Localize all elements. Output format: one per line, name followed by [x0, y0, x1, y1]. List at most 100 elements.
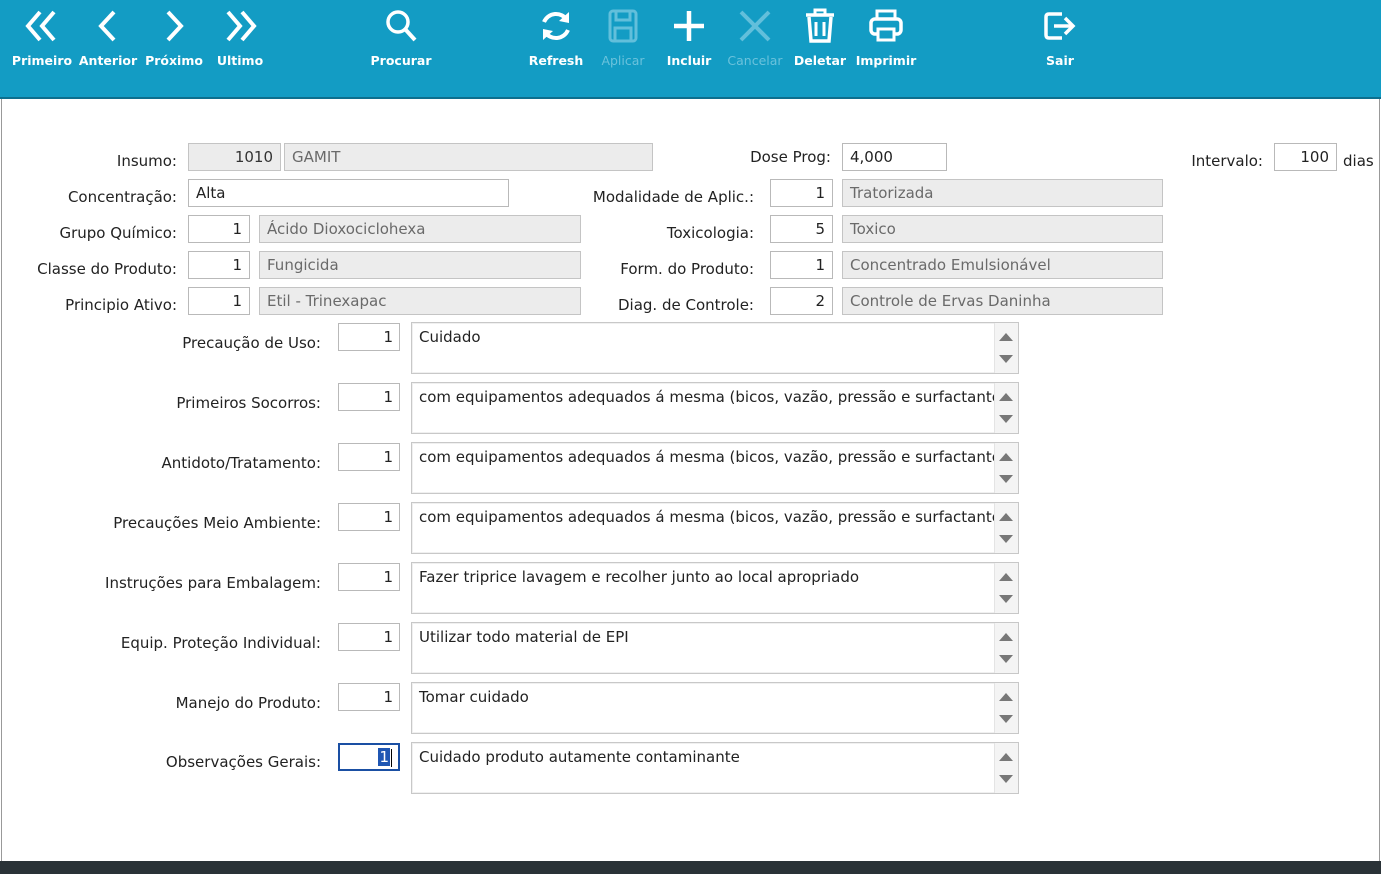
manejo-produto-code-field[interactable]: 1: [338, 683, 400, 711]
observacoes-gerais-label: Observações Gerais:: [165, 753, 321, 771]
cancel-button[interactable]: Cancelar: [720, 6, 790, 76]
scroll-down-icon[interactable]: [999, 535, 1013, 543]
close-icon: [735, 6, 775, 46]
instrucoes-embalagem-memo[interactable]: Fazer triprice lavagem e recolher junto …: [411, 562, 1019, 614]
diag-controle-code-field[interactable]: 2: [770, 287, 833, 315]
scroll-down-icon[interactable]: [999, 715, 1013, 723]
next-label: Próximo: [145, 53, 203, 68]
apply-button[interactable]: Aplicar: [588, 6, 658, 76]
instrucoes-embalagem-code-field[interactable]: 1: [338, 563, 400, 591]
modalidade-name-field[interactable]: Tratorizada: [842, 179, 1163, 207]
printer-icon: [866, 6, 906, 46]
chevron-left-icon: [88, 6, 128, 46]
form-produto-label: Form. do Produto:: [620, 260, 754, 278]
dose-prog-label: Dose Prog:: [750, 148, 831, 166]
status-bar: [0, 861, 1381, 874]
principio-ativo-code-field[interactable]: 1: [188, 287, 250, 315]
grupo-quimico-code-field[interactable]: 1: [188, 215, 250, 243]
scroll-up-icon[interactable]: [999, 513, 1013, 521]
first-label: Primeiro: [11, 53, 73, 68]
delete-label: Deletar: [793, 53, 847, 68]
diag-controle-label: Diag. de Controle:: [618, 296, 754, 314]
scroll-down-icon[interactable]: [999, 595, 1013, 603]
primeiros-socorros-memo[interactable]: com equipamentos adequados á mesma (bico…: [411, 382, 1019, 434]
next-button[interactable]: Próximo: [139, 6, 209, 76]
intervalo-field[interactable]: 100: [1274, 143, 1337, 171]
scroll-down-icon[interactable]: [999, 475, 1013, 483]
form-produto-name-field[interactable]: Concentrado Emulsionável: [842, 251, 1163, 279]
print-label: Imprimir: [855, 53, 917, 68]
plus-icon: [669, 6, 709, 46]
modalidade-code-field[interactable]: 1: [770, 179, 833, 207]
scroll-down-icon[interactable]: [999, 415, 1013, 423]
antidoto-code-field[interactable]: 1: [338, 443, 400, 471]
scroll-up-icon[interactable]: [999, 333, 1013, 341]
intervalo-label: Intervalo:: [1191, 152, 1263, 170]
primeiros-socorros-label: Primeiros Socorros:: [176, 394, 321, 412]
antidoto-scrollbar[interactable]: [994, 443, 1018, 493]
manejo-produto-scrollbar[interactable]: [994, 683, 1018, 733]
primeiros-socorros-scrollbar[interactable]: [994, 383, 1018, 433]
insumo-code-field[interactable]: 1010: [188, 143, 281, 171]
scroll-up-icon[interactable]: [999, 393, 1013, 401]
first-button[interactable]: Primeiro: [7, 6, 77, 76]
precaucoes-ambiente-code-field[interactable]: 1: [338, 503, 400, 531]
dose-prog-field[interactable]: 4,000: [842, 143, 947, 171]
concentracao-label: Concentração:: [67, 188, 177, 206]
equip-protecao-code-field[interactable]: 1: [338, 623, 400, 651]
antidoto-memo[interactable]: com equipamentos adequados á mesma (bico…: [411, 442, 1019, 494]
selected-text: 1: [378, 748, 390, 766]
primeiros-socorros-code-field[interactable]: 1: [338, 383, 400, 411]
trash-icon: [800, 6, 840, 46]
observacoes-gerais-scrollbar[interactable]: [994, 743, 1018, 793]
delete-button[interactable]: Deletar: [785, 6, 855, 76]
toxicologia-name-field[interactable]: Toxico: [842, 215, 1163, 243]
search-button[interactable]: Procurar: [366, 6, 436, 76]
toxicologia-label: Toxicologia:: [666, 224, 754, 242]
scroll-up-icon[interactable]: [999, 633, 1013, 641]
concentracao-field[interactable]: Alta: [188, 179, 509, 207]
insumo-name-field[interactable]: GAMIT: [284, 143, 653, 171]
scroll-up-icon[interactable]: [999, 753, 1013, 761]
form-produto-code-field[interactable]: 1: [770, 251, 833, 279]
instrucoes-embalagem-scrollbar[interactable]: [994, 563, 1018, 613]
scroll-up-icon[interactable]: [999, 573, 1013, 581]
exit-label: Sair: [1046, 53, 1074, 68]
principio-ativo-name-field[interactable]: Etil - Trinexapac: [259, 287, 581, 315]
equip-protecao-memo[interactable]: Utilizar todo material de EPI: [411, 622, 1019, 674]
observacoes-gerais-memo[interactable]: Cuidado produto autamente contaminante: [411, 742, 1019, 794]
manejo-produto-text: Tomar cuidado: [419, 688, 529, 706]
toxicologia-code-field[interactable]: 5: [770, 215, 833, 243]
exit-button[interactable]: Sair: [1025, 6, 1095, 76]
scroll-up-icon[interactable]: [999, 693, 1013, 701]
scroll-down-icon[interactable]: [999, 355, 1013, 363]
precaucoes-ambiente-memo[interactable]: com equipamentos adequados á mesma (bico…: [411, 502, 1019, 554]
scroll-down-icon[interactable]: [999, 775, 1013, 783]
print-button[interactable]: Imprimir: [851, 6, 921, 76]
refresh-button[interactable]: Refresh: [521, 6, 591, 76]
precaucoes-ambiente-scrollbar[interactable]: [994, 503, 1018, 553]
precaucao-uso-scrollbar[interactable]: [994, 323, 1018, 373]
save-icon: [603, 6, 643, 46]
diag-controle-name-field[interactable]: Controle de Ervas Daninha: [842, 287, 1163, 315]
scroll-down-icon[interactable]: [999, 655, 1013, 663]
last-button[interactable]: Ultimo: [205, 6, 275, 76]
add-button[interactable]: Incluir: [654, 6, 724, 76]
grupo-quimico-name-field[interactable]: Ácido Dioxociclohexa: [259, 215, 581, 243]
classe-produto-code-field[interactable]: 1: [188, 251, 250, 279]
manejo-produto-label: Manejo do Produto:: [175, 694, 321, 712]
search-icon: [381, 6, 421, 46]
precaucao-uso-code-field[interactable]: 1: [338, 323, 400, 351]
instrucoes-embalagem-label: Instruções para Embalagem:: [105, 574, 321, 592]
double-chevron-right-icon: [220, 6, 260, 46]
refresh-icon: [536, 6, 576, 46]
manejo-produto-memo[interactable]: Tomar cuidado: [411, 682, 1019, 734]
precaucao-uso-memo[interactable]: Cuidado: [411, 322, 1019, 374]
observacoes-gerais-text: Cuidado produto autamente contaminante: [419, 748, 740, 766]
intervalo-unit: dias: [1343, 152, 1374, 170]
previous-button[interactable]: Anterior: [73, 6, 143, 76]
observacoes-gerais-code-field[interactable]: 1: [338, 743, 400, 771]
equip-protecao-scrollbar[interactable]: [994, 623, 1018, 673]
classe-produto-name-field[interactable]: Fungicida: [259, 251, 581, 279]
scroll-up-icon[interactable]: [999, 453, 1013, 461]
